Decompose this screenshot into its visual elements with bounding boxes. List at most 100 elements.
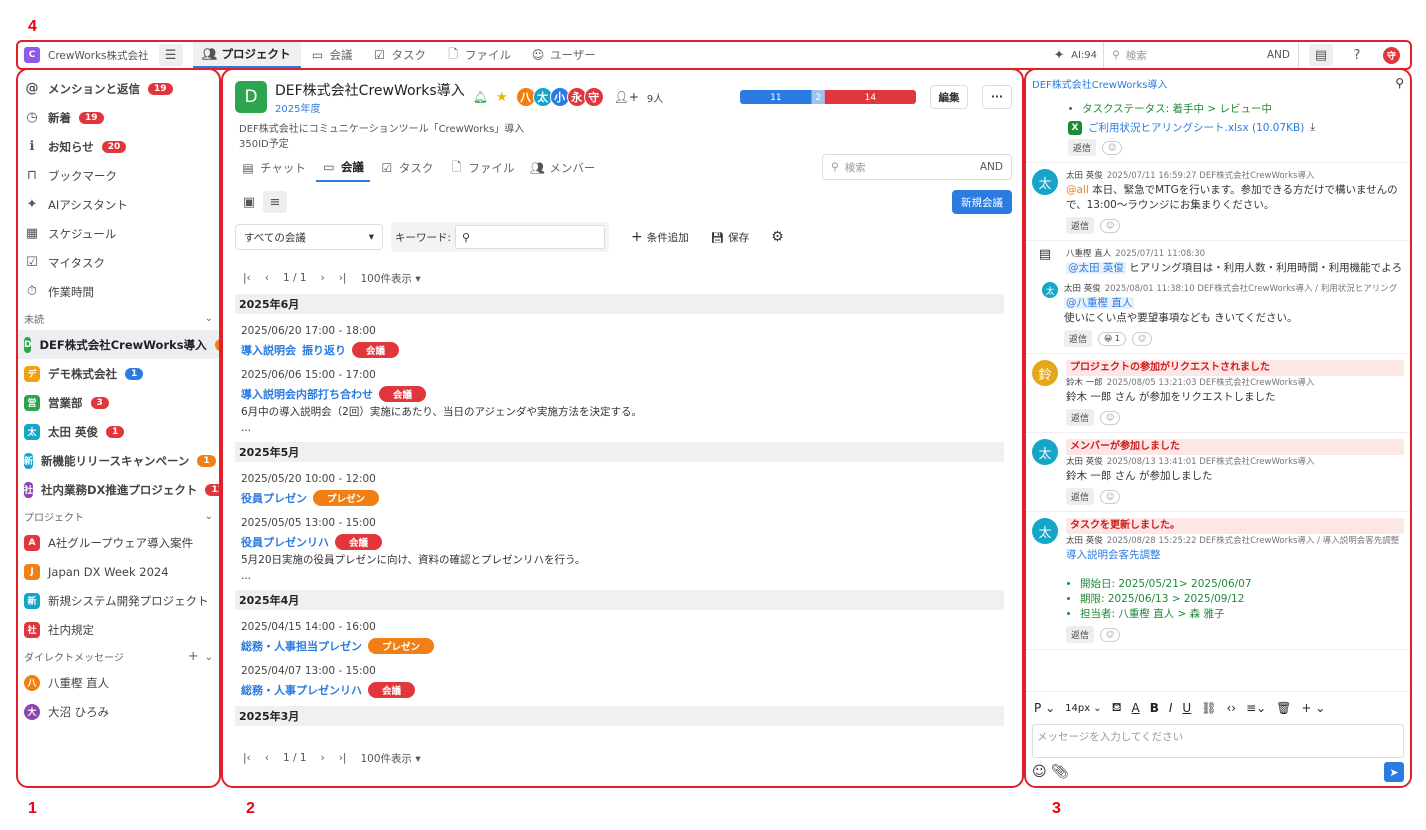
channel-item[interactable]: 新新規システム開発プロジェクト xyxy=(18,586,219,615)
channel-item[interactable]: 大大沼 ひろみ xyxy=(18,697,219,726)
per-page-select[interactable]: 100件表示 ▾ xyxy=(360,271,420,286)
italic-icon[interactable]: I xyxy=(1169,701,1173,715)
save-button[interactable]: 💾︎ 保存 xyxy=(711,230,749,245)
topnav-file[interactable]: 🗋 ファイル xyxy=(436,42,521,68)
reply-button[interactable]: 返信 xyxy=(1064,330,1093,347)
underline-icon[interactable]: U xyxy=(1182,701,1191,715)
project-section-header[interactable]: プロジェクト ⌄ xyxy=(18,504,219,528)
edit-button[interactable]: 編集 xyxy=(930,85,968,109)
help-icon[interactable]: ? xyxy=(1345,44,1369,66)
channel-item[interactable]: J Japan DX Week 2024 xyxy=(18,557,219,586)
add-reaction-icon[interactable]: ☺ xyxy=(1102,140,1123,155)
tab-2[interactable]: ☑ タスク xyxy=(374,154,440,182)
meeting-search[interactable]: ⚲ 検索 AND xyxy=(822,154,1012,180)
new-meeting-button[interactable]: 新規会議 xyxy=(952,190,1012,214)
meeting-search-input[interactable]: 検索 xyxy=(845,160,974,175)
channel-item[interactable]: A A社グループウェア導入案件 xyxy=(18,528,219,557)
tab-1[interactable]: ▭ 会議 xyxy=(315,154,370,182)
sidebar-item-1[interactable]: ◷ 新着 19 xyxy=(18,103,219,132)
user-avatar[interactable]: 守 xyxy=(1383,46,1400,64)
text-color-icon[interactable]: A xyxy=(1132,701,1140,715)
bold-icon[interactable]: B xyxy=(1150,701,1159,715)
reaction-chip[interactable]: 😀 1 xyxy=(1098,331,1126,346)
last-page-icon[interactable]: ›| xyxy=(339,272,347,284)
reply-button[interactable]: 返信 xyxy=(1066,488,1095,505)
attach-icon[interactable]: 📎︎ xyxy=(1051,764,1069,780)
global-search-input[interactable]: 検索 xyxy=(1126,48,1261,63)
add-reaction-icon[interactable]: ☺ xyxy=(1100,218,1121,233)
member-avatars[interactable]: 八太小永守 xyxy=(515,87,604,107)
tab-0[interactable]: ▤ チャット xyxy=(235,154,312,182)
download-icon[interactable]: ⤓ xyxy=(1310,121,1315,134)
search-icon[interactable]: ⚲ xyxy=(1395,76,1404,90)
mention[interactable]: @all xyxy=(1066,184,1089,196)
task-link[interactable]: 導入説明会客先調整 xyxy=(1066,548,1404,563)
topnav-project[interactable]: 👥︎ プロジェクト xyxy=(192,42,301,68)
topnav-task[interactable]: ☑ タスク xyxy=(363,42,437,68)
global-search[interactable]: ⚲ 検索 AND xyxy=(1103,42,1299,68)
meeting-title-link[interactable]: 役員プレゼン xyxy=(241,490,307,506)
chat-panel-icon[interactable]: ▤ xyxy=(1309,44,1333,66)
sidebar-item-2[interactable]: ℹ お知らせ 20 xyxy=(18,132,219,161)
channel-item[interactable]: 八八重樫 直人 xyxy=(18,668,219,697)
sidebar-item-0[interactable]: @ メンションと返信 19 xyxy=(18,74,219,103)
dm-section-header[interactable]: ダイレクトメッセージ + ⌄ xyxy=(18,644,219,668)
emoji-icon[interactable]: ☺ 📎︎ xyxy=(1032,764,1069,780)
ai-icon[interactable]: ✦ xyxy=(1047,44,1071,66)
last-page-icon[interactable]: ›| xyxy=(339,752,347,764)
plus-icon[interactable]: + ⌄ xyxy=(1301,701,1325,715)
trash-icon[interactable]: 🗑︎ xyxy=(1276,701,1291,715)
add-reaction-icon[interactable]: ☺ xyxy=(1100,627,1121,642)
reply-button[interactable]: 返信 xyxy=(1068,139,1097,156)
add-reaction-icon[interactable]: ☺ xyxy=(1100,489,1121,504)
paragraph-select[interactable]: P ⌄ xyxy=(1034,701,1055,715)
project-year[interactable]: 2025年度 xyxy=(275,100,465,115)
reply-button[interactable]: 返信 xyxy=(1066,409,1095,426)
font-size-select[interactable]: 14px ⌄ xyxy=(1065,703,1102,714)
highlight-icon[interactable]: ⛾ xyxy=(1112,700,1122,716)
channel-item[interactable]: DDEF株式会社CrewWorks導入1··· xyxy=(18,330,219,359)
send-icon[interactable]: ➤ xyxy=(1384,762,1404,782)
calendar-view-icon[interactable]: ▣ xyxy=(237,191,261,213)
channel-item[interactable]: 社社内業務DX推進プロジェクト 12 xyxy=(18,475,219,504)
first-page-icon[interactable]: |‹ xyxy=(243,752,251,764)
unread-section-header[interactable]: 未読 ⌄ xyxy=(18,306,219,330)
channel-item[interactable]: 太太田 英俊 1 xyxy=(18,417,219,446)
meeting-filter-select[interactable]: すべての会議 ▾ xyxy=(235,224,383,250)
link-icon[interactable]: ⛓ xyxy=(1201,701,1216,715)
meeting-title-link[interactable]: 導入説明会内部打ち合わせ xyxy=(241,386,373,402)
sidebar-item-4[interactable]: ✦ AIアシスタント xyxy=(18,190,219,219)
bell-icon[interactable]: 🔔︎ xyxy=(473,90,488,104)
settings-gear-icon[interactable]: ⚙ xyxy=(771,229,784,245)
channel-item[interactable]: 営営業部 3 xyxy=(18,388,219,417)
next-page-icon[interactable]: › xyxy=(321,752,325,764)
add-member-icon[interactable]: 👤︎+ xyxy=(614,90,639,104)
add-reaction-icon[interactable]: ☺ xyxy=(1132,331,1153,346)
reply-button[interactable]: 返信 xyxy=(1066,626,1095,643)
list-view-icon[interactable]: ≡ xyxy=(263,191,287,213)
add-reaction-icon[interactable]: ☺ xyxy=(1100,410,1121,425)
first-page-icon[interactable]: |‹ xyxy=(243,272,251,284)
topnav-meeting[interactable]: ▭ 会議 xyxy=(301,42,363,68)
search-mode[interactable]: AND xyxy=(1267,49,1290,61)
hamburger-menu-icon[interactable]: ☰ xyxy=(158,44,183,66)
next-page-icon[interactable]: › xyxy=(321,272,325,284)
meeting-title-link[interactable]: 総務・人事担当プレゼン xyxy=(241,638,362,654)
code-icon[interactable]: ‹› xyxy=(1226,701,1236,715)
star-icon[interactable]: ★ xyxy=(496,90,508,105)
member-avatar[interactable]: 守 xyxy=(583,87,604,107)
meeting-title-link[interactable]: 導入説明会 xyxy=(241,342,296,358)
tab-4[interactable]: 👥︎ メンバー xyxy=(524,154,601,182)
mention[interactable]: @八重樫 直人 xyxy=(1064,297,1135,309)
meeting-title-link[interactable]: 振り返り xyxy=(302,342,346,358)
align-icon[interactable]: ≡⌄ xyxy=(1246,701,1266,715)
prev-page-icon[interactable]: ‹ xyxy=(265,272,269,284)
mention[interactable]: @太田 英俊 xyxy=(1066,262,1126,274)
more-button[interactable]: ··· xyxy=(982,85,1012,109)
sidebar-item-5[interactable]: ▦ スケジュール xyxy=(18,219,219,248)
add-condition-button[interactable]: + 条件追加 xyxy=(631,229,689,245)
topnav-user[interactable]: ☺ ユーザー xyxy=(521,42,606,68)
search-mode[interactable]: AND xyxy=(980,161,1003,173)
chat-panel-title[interactable]: DEF株式会社CrewWorks導入 xyxy=(1032,76,1168,91)
reply-button[interactable]: 返信 xyxy=(1066,217,1095,234)
